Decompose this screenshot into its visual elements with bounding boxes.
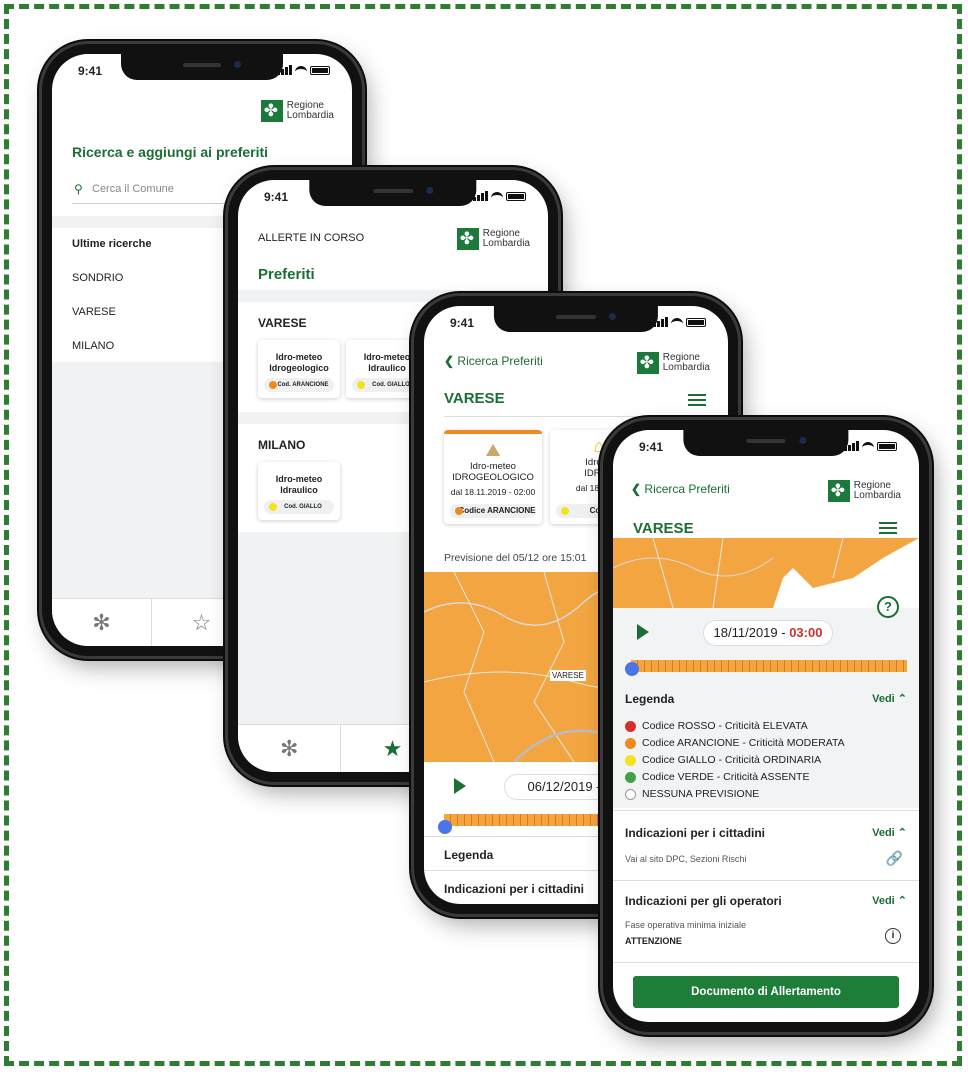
chevron-up-icon: ⌃ xyxy=(897,895,907,907)
alerts-title: ALLERTE IN CORSO xyxy=(258,232,365,244)
legend-item: Codice GIALLO - Criticità ORDINARIA xyxy=(625,754,821,766)
regione-logo: RegioneLombardia xyxy=(636,352,710,374)
regione-lombardia-icon xyxy=(260,100,283,122)
document-button[interactable]: Documento di Allertamento xyxy=(633,976,899,1008)
recent-item[interactable]: VARESE xyxy=(72,306,116,318)
operators-sub: Fase operativa minima iniziale xyxy=(625,920,747,930)
citizens-title: Indicazioni per i cittadini xyxy=(444,882,585,896)
regione-logo: RegioneLombardia xyxy=(260,100,334,122)
alert-card[interactable]: Idro-meteo Idrogeologico Cod. ARANCIONE xyxy=(258,340,340,398)
slider-knob[interactable] xyxy=(625,662,639,676)
phone-legend: 9:41 ❮ Ricerca Preferiti RegioneLombardi… xyxy=(603,420,929,1032)
back-button[interactable]: ❮ Ricerca Preferiti xyxy=(631,482,730,496)
battery-icon xyxy=(310,66,330,75)
screen-legend: 9:41 ❮ Ricerca Preferiti RegioneLombardi… xyxy=(613,430,919,1022)
recent-item[interactable]: MILANO xyxy=(72,340,114,352)
slider-knob[interactable] xyxy=(438,820,452,834)
help-icon[interactable]: ? xyxy=(877,596,899,618)
play-icon[interactable] xyxy=(637,624,649,640)
legend-item: Codice VERDE - Criticità ASSENTE xyxy=(625,771,809,783)
alert-map[interactable] xyxy=(613,538,919,608)
dpc-link[interactable]: Vai al sito DPC, Sezioni Rischi xyxy=(625,854,746,864)
timeline-slider[interactable] xyxy=(631,660,907,672)
page-title: VARESE xyxy=(444,390,505,407)
date-display: 18/11/2019 - 03:00 xyxy=(703,620,833,646)
recent-item[interactable]: SONDRIO xyxy=(72,272,123,284)
chevron-up-icon: ⌃ xyxy=(897,827,907,839)
operators-value: ATTENZIONE xyxy=(625,936,682,946)
play-icon[interactable] xyxy=(454,778,466,794)
group-title-milano: MILANO xyxy=(258,438,306,452)
legend-title: Legenda xyxy=(625,692,675,706)
citizens-toggle[interactable]: Vedi ⌃ xyxy=(872,826,907,839)
search-icon: ⚲ xyxy=(74,182,83,196)
citizens-title: Indicazioni per i cittadini xyxy=(625,826,766,840)
chevron-left-icon: ❮ xyxy=(444,354,455,368)
alert-card[interactable]: ⛰ Idro-meteo IDROGEOLOGICO dal 18.11.2019… xyxy=(444,430,542,524)
map-label: VARESE xyxy=(550,670,586,681)
forecast-label: Previsione del 05/12 ore 15:01 xyxy=(444,552,587,564)
status-time: 9:41 xyxy=(78,64,103,78)
legend-toggle[interactable]: Vedi ⌃ xyxy=(872,692,907,705)
mountain-icon: ⛰ xyxy=(485,440,501,460)
regione-logo: RegioneLombardia xyxy=(827,480,901,502)
legend-item: Codice ROSSO - Criticità ELEVATA xyxy=(625,720,808,732)
back-button[interactable]: ❮ Ricerca Preferiti xyxy=(444,354,543,368)
regione-lombardia-icon xyxy=(456,228,479,250)
chevron-up-icon: ⌃ xyxy=(897,693,907,705)
legend-title: Legenda xyxy=(444,848,494,862)
link-icon[interactable]: 🔗 xyxy=(886,850,903,867)
menu-icon[interactable] xyxy=(879,522,897,534)
page-title: VARESE xyxy=(633,520,694,537)
nav-fan-icon[interactable]: ✻ xyxy=(238,725,342,772)
legend-item: NESSUNA PREVISIONE xyxy=(625,788,759,800)
regione-lombardia-icon xyxy=(827,480,850,502)
alert-card[interactable]: Idro-meteo Idraulico Cod. GIALLO xyxy=(258,462,340,520)
page-title: Preferiti xyxy=(258,266,315,283)
page-title: Ricerca e aggiungi ai preferiti xyxy=(72,144,269,160)
chevron-left-icon: ❮ xyxy=(631,482,642,496)
recent-title: Ultime ricerche xyxy=(72,238,152,250)
search-placeholder: Cerca il Comune xyxy=(92,183,174,195)
nav-fan-icon[interactable]: ✻ xyxy=(52,599,152,646)
group-title-varese: VARESE xyxy=(258,316,307,330)
regione-logo: RegioneLombardia xyxy=(456,228,530,250)
menu-icon[interactable] xyxy=(688,394,706,406)
regione-lombardia-icon xyxy=(636,352,659,374)
legend-item: Codice ARANCIONE - Criticità MODERATA xyxy=(625,737,845,749)
info-icon[interactable]: i xyxy=(885,928,901,944)
operators-toggle[interactable]: Vedi ⌃ xyxy=(872,894,907,907)
operators-title: Indicazioni per gli operatori xyxy=(625,894,782,908)
wifi-icon xyxy=(295,66,307,75)
